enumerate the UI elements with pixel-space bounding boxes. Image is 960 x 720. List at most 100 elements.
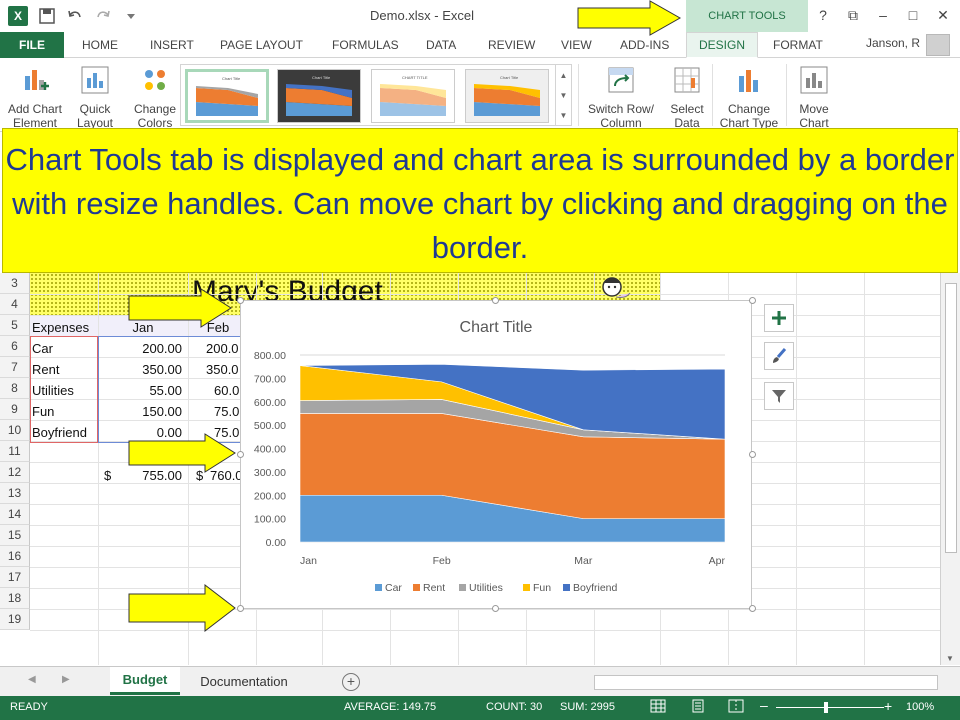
area-chart[interactable]: Chart Title 800.00 700.00 600.00 500.00 400.0… <box>241 301 751 608</box>
page-layout-view-icon[interactable] <box>690 699 706 716</box>
tab-design[interactable]: DESIGN <box>686 32 759 58</box>
page-break-view-icon[interactable] <box>728 699 744 716</box>
x-tick-label: Feb <box>433 555 451 567</box>
select-data-button[interactable]: Select Data <box>656 64 718 130</box>
vertical-scrollbar[interactable]: ▼ <box>940 273 960 665</box>
undo-icon[interactable] <box>66 7 84 25</box>
row-header[interactable]: 12 <box>0 462 30 483</box>
chart-style-1[interactable]: Chart Title <box>185 69 269 123</box>
sheet-nav-prev-icon[interactable]: ◀ <box>28 674 36 685</box>
row-header[interactable]: 17 <box>0 567 30 588</box>
avatar[interactable] <box>926 34 950 56</box>
legend-swatch <box>459 584 466 591</box>
legend-label: Car <box>385 582 402 594</box>
row-header[interactable]: 6 <box>0 336 30 357</box>
chart-style-2[interactable]: Chart Title <box>277 69 361 123</box>
ribbon-display-icon[interactable]: ⧉ <box>842 4 864 26</box>
resize-handle-top-right[interactable] <box>749 297 756 304</box>
tab-review[interactable]: REVIEW <box>488 32 535 58</box>
tab-page-layout[interactable]: PAGE LAYOUT <box>220 32 303 58</box>
legend-swatch <box>523 584 530 591</box>
row-header[interactable]: 5 <box>0 315 30 336</box>
horizontal-scrollbar[interactable] <box>594 675 938 690</box>
gallery-down-icon[interactable]: ▼ <box>560 91 568 100</box>
row-header[interactable]: 15 <box>0 525 30 546</box>
row-header[interactable]: 19 <box>0 609 30 630</box>
chart-style-4[interactable]: Chart Title <box>465 69 549 123</box>
arrow-left-handle-icon <box>128 433 236 473</box>
cell-currency[interactable]: $ <box>104 465 118 486</box>
legend-label: Fun <box>533 582 551 594</box>
help-icon[interactable]: ? <box>812 4 834 26</box>
sheet-nav-next-icon[interactable]: ▶ <box>62 674 70 685</box>
row-header[interactable]: 18 <box>0 588 30 609</box>
resize-handle-left[interactable] <box>237 451 244 458</box>
gallery-scroll[interactable]: ▲ ▼ ▼ <box>555 65 571 125</box>
cell-expenses-header[interactable]: Expenses <box>32 317 98 338</box>
add-sheet-button[interactable]: + <box>342 673 360 691</box>
redo-icon[interactable] <box>94 7 112 25</box>
customize-toolbar-icon[interactable] <box>122 7 140 25</box>
row-header[interactable]: 8 <box>0 378 30 399</box>
chart-title[interactable]: Chart Title <box>460 319 533 336</box>
row-header[interactable]: 10 <box>0 420 30 441</box>
row-header[interactable]: 11 <box>0 441 30 462</box>
resize-handle-top[interactable] <box>492 297 499 304</box>
chart-styles-button[interactable] <box>764 342 794 370</box>
vertical-scroll-thumb[interactable] <box>945 283 957 553</box>
row-header[interactable]: 3 <box>0 273 30 294</box>
zoom-slider-thumb[interactable] <box>824 702 828 713</box>
change-colors-button[interactable]: Change Colors <box>124 64 186 130</box>
chart-area[interactable]: Chart Title 800.00 700.00 600.00 500.00 400.0… <box>240 300 752 609</box>
user-name[interactable]: Janson, R <box>866 36 920 50</box>
tab-file[interactable]: FILE <box>0 32 64 58</box>
y-tick-label: 800.00 <box>254 350 286 362</box>
plus-icon <box>772 311 786 325</box>
scroll-down-icon[interactable]: ▼ <box>946 654 954 663</box>
gallery-more-icon[interactable]: ▼ <box>560 111 568 120</box>
row-header[interactable]: 4 <box>0 294 30 315</box>
resize-handle-bottom[interactable] <box>492 605 499 612</box>
row-header[interactable]: 9 <box>0 399 30 420</box>
tab-formulas[interactable]: FORMULAS <box>332 32 399 58</box>
sheet-tab-budget[interactable]: Budget <box>110 667 180 695</box>
resize-handle-right[interactable] <box>749 451 756 458</box>
resize-handle-bottom-right[interactable] <box>749 605 756 612</box>
zoom-slider[interactable] <box>776 707 884 708</box>
sheet-tab-documentation[interactable]: Documentation <box>182 667 306 695</box>
resize-handle-top-left[interactable] <box>237 297 244 304</box>
change-chart-type-button[interactable]: Change Chart Type <box>716 64 782 130</box>
minimize-icon[interactable]: – <box>872 4 894 26</box>
row-header[interactable]: 16 <box>0 546 30 567</box>
chart-elements-button[interactable] <box>764 304 794 332</box>
tab-home[interactable]: HOME <box>82 32 118 58</box>
move-chart-button[interactable]: Move Chart <box>786 64 842 130</box>
tab-data[interactable]: DATA <box>426 32 456 58</box>
chart-style-3[interactable]: CHART TITLE <box>371 69 455 123</box>
zoom-level[interactable]: 100% <box>906 701 934 713</box>
maximize-icon[interactable]: □ <box>902 4 924 26</box>
chart-filters-button[interactable] <box>764 382 794 410</box>
gallery-up-icon[interactable]: ▲ <box>560 71 568 80</box>
sheet-tabs-bar: ◀ ▶ Budget Documentation + <box>0 666 960 696</box>
switch-row-column-button[interactable]: Switch Row/ Column <box>586 64 656 130</box>
zoom-out-icon[interactable]: – <box>760 697 768 713</box>
save-icon[interactable] <box>38 7 56 25</box>
quick-layout-button[interactable]: Quick Layout <box>64 64 126 130</box>
resize-handle-bottom-left[interactable] <box>237 605 244 612</box>
select-data-label: Select Data <box>670 102 704 130</box>
zoom-in-icon[interactable]: + <box>884 698 892 714</box>
quick-access-toolbar: X <box>8 6 140 26</box>
close-icon[interactable]: ✕ <box>932 4 954 26</box>
status-ready: READY <box>10 701 48 713</box>
legend-swatch <box>375 584 382 591</box>
add-chart-element-button[interactable]: Add Chart Element <box>4 64 66 130</box>
row-header[interactable]: 7 <box>0 357 30 378</box>
tab-insert[interactable]: INSERT <box>150 32 194 58</box>
row-header[interactable]: 13 <box>0 483 30 504</box>
chart-tools-context-label: CHART TOOLS <box>686 0 808 32</box>
normal-view-icon[interactable] <box>650 699 666 716</box>
tab-format[interactable]: FORMAT <box>773 32 823 58</box>
x-tick-label: Jan <box>300 555 317 567</box>
row-header[interactable]: 14 <box>0 504 30 525</box>
